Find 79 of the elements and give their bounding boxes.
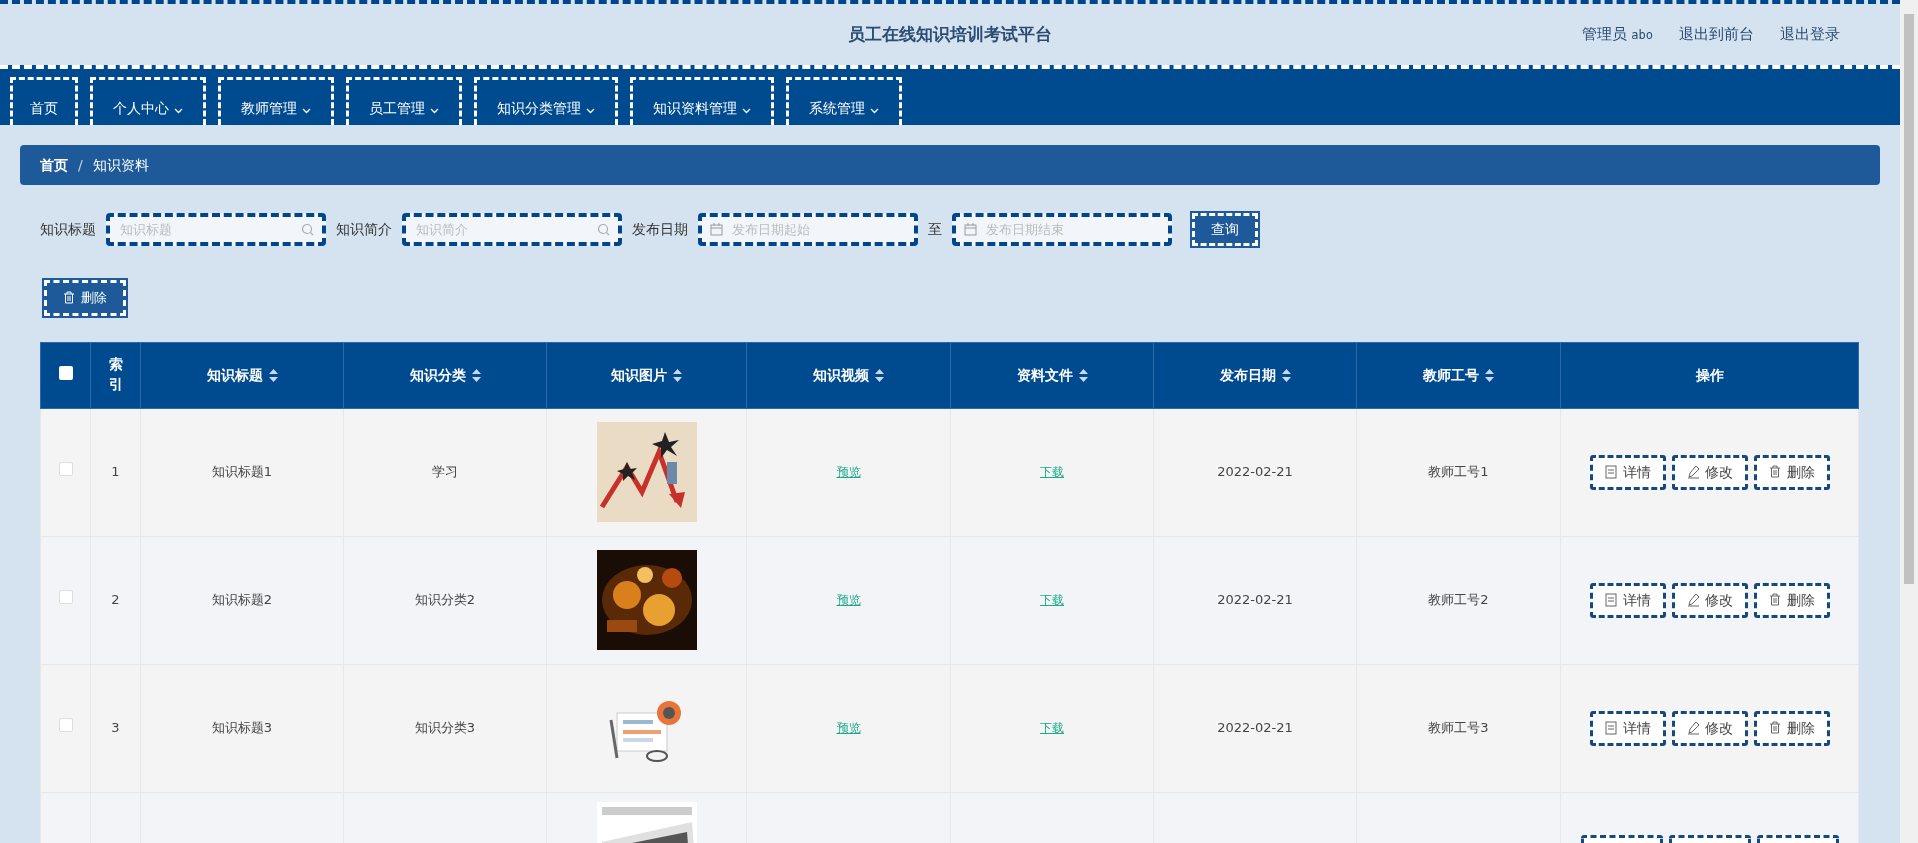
pencil-icon (1686, 465, 1699, 479)
table-cell: 2 (111, 592, 120, 608)
column-header: 发布日期 (1219, 366, 1276, 383)
column-header: 知识视频 (813, 366, 869, 383)
column-header: 教师工号 (1423, 366, 1479, 383)
filter-field[interactable]: 发布日期结束 (952, 213, 1172, 246)
header-link[interactable]: 退出到前台 (1679, 23, 1754, 46)
action-button[interactable]: 删除 (1753, 710, 1830, 746)
table-cell: 学习 (432, 464, 458, 480)
breadcrumb-separator: / (78, 155, 83, 175)
nav-tab[interactable]: 系统管理 (786, 77, 902, 125)
table-cell: 知识分类3 (414, 720, 476, 736)
table-cell: 教师工号1 (1428, 464, 1489, 480)
column-header: 知识图片 (611, 366, 667, 383)
select-all-checkbox[interactable] (58, 365, 73, 380)
pencil-icon (1686, 721, 1699, 735)
table-cell: 2022-02-21 (1217, 720, 1293, 736)
column-header: 资料文件 (1016, 366, 1073, 383)
column-header: 知识分类 (409, 366, 466, 383)
row-checkbox[interactable] (58, 590, 73, 605)
action-button[interactable] (1668, 834, 1751, 843)
document-icon (1604, 721, 1617, 735)
action-button[interactable]: 修改 (1671, 710, 1748, 746)
table-cell: 3 (111, 720, 120, 736)
action-button[interactable]: 详情 (1589, 710, 1666, 746)
row-checkbox[interactable] (58, 718, 73, 733)
action-button[interactable]: 删除 (1753, 454, 1830, 490)
nav-tab[interactable]: 员工管理 (346, 77, 462, 125)
user-label: 管理员 abo (1581, 24, 1653, 46)
breadcrumb-current: 知识资料 (92, 155, 149, 175)
trash-icon (1768, 465, 1781, 479)
search-button[interactable]: 查询 (1192, 213, 1258, 246)
search-icon (597, 223, 610, 236)
table-cell: 教师工号2 (1428, 592, 1489, 608)
filter-label: 知识标题 (40, 220, 96, 239)
nav-tab[interactable]: 知识资料管理 (630, 77, 774, 125)
trash-icon (1768, 593, 1781, 607)
table-cell: 知识标题3 (211, 720, 273, 736)
table-cell: 2022-02-21 (1217, 464, 1293, 480)
pencil-icon (1686, 593, 1699, 607)
filter-field[interactable]: 知识简介 (402, 213, 622, 246)
column-header: 索引 (108, 355, 123, 394)
scrollbar-thumb[interactable] (1904, 14, 1914, 584)
filter-label: 至 (928, 220, 942, 239)
table-cell: 知识标题1 (211, 464, 273, 480)
column-header: 知识标题 (206, 366, 263, 383)
column-header: 操作 (1695, 366, 1724, 383)
calendar-icon (964, 223, 977, 236)
table-cell: 1 (111, 464, 120, 480)
action-button[interactable]: 详情 (1589, 582, 1666, 618)
page-title: 员工在线知识培训考试平台 (848, 22, 1052, 46)
document-icon (1604, 465, 1617, 479)
table-cell: 2022-02-21 (1217, 592, 1293, 608)
action-button[interactable] (1756, 834, 1839, 843)
filter-label: 知识简介 (336, 220, 392, 239)
delete-button[interactable]: 删除 (44, 280, 126, 316)
filter-field[interactable]: 发布日期起始 (698, 213, 918, 246)
nav-tab[interactable]: 教师管理 (218, 77, 334, 125)
nav-tab[interactable]: 知识分类管理 (474, 77, 618, 125)
nav-tab[interactable]: 个人中心 (90, 77, 206, 125)
document-icon (1604, 593, 1617, 607)
action-button[interactable]: 详情 (1589, 454, 1666, 490)
filter-label: 发布日期 (632, 220, 688, 239)
calendar-icon (710, 223, 723, 236)
table-cell: 知识标题2 (211, 592, 273, 608)
action-button[interactable]: 修改 (1671, 582, 1748, 618)
search-icon (301, 223, 314, 236)
header-link[interactable]: 退出登录 (1780, 23, 1840, 46)
action-button[interactable]: 删除 (1753, 582, 1830, 618)
table-cell: 知识分类2 (414, 592, 476, 608)
row-checkbox[interactable] (58, 462, 73, 477)
table-cell: 教师工号3 (1428, 720, 1489, 736)
action-button[interactable] (1580, 834, 1663, 843)
trash-icon (1768, 721, 1781, 735)
breadcrumb-link[interactable]: 首页 (40, 154, 68, 176)
nav-tab[interactable]: 首页 (10, 77, 78, 125)
trash-icon (63, 291, 75, 305)
action-button[interactable]: 修改 (1671, 454, 1748, 490)
filter-field[interactable]: 知识标题 (106, 213, 326, 246)
